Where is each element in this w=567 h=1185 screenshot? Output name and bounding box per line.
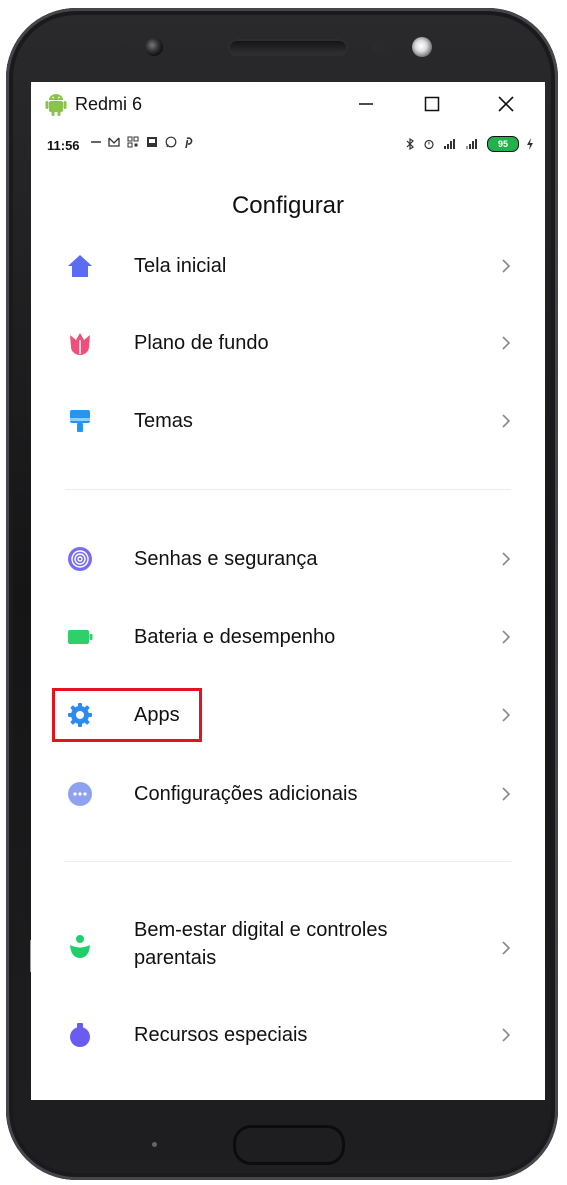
menu-item-bem-estar-digital[interactable]: Bem-estar digital e controles parentais (31, 912, 545, 984)
menu-item-bateria-e-desempenho[interactable]: Bateria e desempenho (31, 605, 545, 669)
menu-item-temas[interactable]: Temas (31, 389, 545, 453)
notification-icons (91, 136, 194, 148)
pinterest-icon (185, 137, 193, 148)
whatsapp-icon (165, 136, 177, 148)
proximity-sensor (372, 40, 386, 54)
chevron-right-icon (502, 552, 511, 566)
menu-item-senhas-e-seguranca[interactable]: Senhas e segurança (31, 527, 545, 591)
chevron-right-icon (502, 708, 511, 722)
menu-item-label: Temas (134, 410, 193, 432)
apps-highlight-box (52, 688, 202, 742)
system-icons: 95 (405, 136, 533, 152)
bluetooth-icon (406, 138, 414, 150)
menu-item-label: Bateria e desempenho (134, 626, 336, 648)
chevron-right-icon (502, 259, 511, 273)
earpiece-speaker (228, 39, 348, 56)
more-dots-icon (68, 782, 92, 806)
wallpaper-flower-icon (70, 333, 90, 355)
menu-item-label: Configurações adicionais (134, 783, 358, 805)
section-divider (65, 489, 511, 490)
home-icon (68, 255, 92, 277)
chevron-right-icon (502, 1028, 511, 1042)
android-status-bar: 11:56 95 (31, 130, 545, 160)
maximize-icon (424, 96, 440, 112)
gallery-icon (147, 137, 157, 147)
status-time: 11:56 (47, 138, 80, 153)
close-button[interactable] (487, 88, 525, 120)
chevron-right-icon (502, 414, 511, 428)
android-icon (45, 94, 67, 116)
chevron-right-icon (502, 787, 511, 801)
chevron-right-icon (502, 336, 511, 350)
mail-icon (108, 137, 120, 147)
signal-icon (444, 139, 455, 149)
minimize-icon (359, 103, 373, 105)
menu-item-label: Plano de fundo (134, 332, 269, 354)
front-camera (145, 38, 163, 56)
themes-brush-icon (70, 410, 90, 432)
menu-item-configuracoes-adicionais[interactable]: Configurações adicionais (31, 762, 545, 826)
menu-item-label: Bem-estar digital e controles parentais (134, 919, 388, 969)
dash-icon (91, 141, 101, 143)
page-title: Configurar (231, 192, 345, 219)
chevron-right-icon (502, 941, 511, 955)
signal-2-icon (466, 139, 477, 149)
device-screen: Redmi 6 11:56 95 Configurar Tela inicial… (31, 82, 545, 1100)
home-button[interactable] (233, 1125, 345, 1165)
close-icon (498, 96, 514, 112)
menu-item-tela-inicial[interactable]: Tela inicial (31, 234, 545, 298)
light-sensor (412, 37, 432, 57)
menu-item-label: Tela inicial (134, 255, 227, 277)
battery-icon (68, 630, 93, 644)
qr-icon (127, 136, 139, 148)
special-features-icon (70, 1023, 90, 1047)
minimize-button[interactable] (347, 88, 385, 120)
menu-item-recursos-especiais[interactable]: Recursos especiais (31, 1003, 545, 1067)
fingerprint-icon (68, 547, 92, 571)
charging-icon (527, 138, 533, 150)
chevron-right-icon (502, 630, 511, 644)
section-divider (65, 861, 511, 862)
window-titlebar: Redmi 6 (31, 82, 545, 126)
digital-wellbeing-icon (70, 935, 90, 958)
menu-item-label: Senhas e segurança (134, 548, 318, 570)
window-title: Redmi 6 (75, 94, 143, 114)
menu-item-plano-de-fundo[interactable]: Plano de fundo (31, 311, 545, 375)
menu-item-label: Recursos especiais (134, 1024, 308, 1046)
battery-indicator: 95 (487, 136, 519, 152)
bottom-sensor-dot (152, 1142, 157, 1147)
maximize-button[interactable] (413, 88, 451, 120)
alarm-icon (424, 139, 434, 150)
